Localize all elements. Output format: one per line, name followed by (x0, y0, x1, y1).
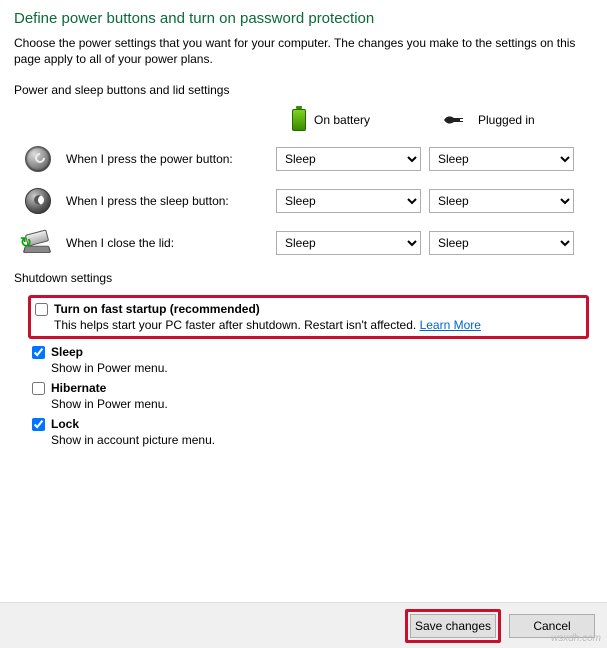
battery-column-header: On battery (292, 109, 442, 131)
lock-desc: Show in account picture menu. (51, 433, 593, 447)
lid-label: When I close the lid: (66, 236, 276, 250)
sleep-checkbox[interactable] (32, 346, 45, 359)
sleep-battery-select[interactable]: Sleep (276, 189, 421, 213)
lid-battery-select[interactable]: Sleep (276, 231, 421, 255)
hibernate-desc: Show in Power menu. (51, 397, 593, 411)
power-button-row: When I press the power button: Sleep Sle… (14, 145, 593, 173)
section-header-power-buttons: Power and sleep buttons and lid settings (14, 83, 593, 97)
shutdown-settings-header: Shutdown settings (14, 271, 593, 285)
sleep-checkbox-label[interactable]: Sleep (32, 345, 593, 359)
plugged-column-header: Plugged in (442, 112, 582, 128)
sleep-button-row: When I press the sleep button: Sleep Sle… (14, 187, 593, 215)
hibernate-checkbox-label[interactable]: Hibernate (32, 381, 593, 395)
plugged-column-label: Plugged in (478, 113, 535, 127)
lock-checkbox-label[interactable]: Lock (32, 417, 593, 431)
power-plugged-select[interactable]: Sleep (429, 147, 574, 171)
power-button-icon (24, 145, 52, 173)
sleep-button-icon (24, 187, 52, 215)
power-battery-select[interactable]: Sleep (276, 147, 421, 171)
lock-label-text: Lock (51, 417, 79, 431)
save-changes-button[interactable]: Save changes (410, 614, 496, 638)
sleep-button-label: When I press the sleep button: (66, 194, 276, 208)
fast-startup-label-text: Turn on fast startup (recommended) (54, 302, 260, 316)
learn-more-link[interactable]: Learn More (420, 318, 481, 332)
fast-startup-checkbox[interactable] (35, 303, 48, 316)
lid-icon: ↻ (24, 229, 52, 257)
fast-startup-desc: This helps start your PC faster after sh… (54, 318, 582, 332)
battery-column-label: On battery (314, 113, 370, 127)
lid-plugged-select[interactable]: Sleep (429, 231, 574, 255)
sleep-label-text: Sleep (51, 345, 83, 359)
plug-icon (442, 112, 470, 128)
lock-checkbox[interactable] (32, 418, 45, 431)
power-button-label: When I press the power button: (66, 152, 276, 166)
battery-icon (292, 109, 306, 131)
page-title: Define power buttons and turn on passwor… (14, 10, 593, 27)
watermark: wsxdh.com (551, 633, 601, 644)
lid-row: ↻ When I close the lid: Sleep Sleep (14, 229, 593, 257)
fast-startup-checkbox-label[interactable]: Turn on fast startup (recommended) (35, 302, 582, 316)
hibernate-checkbox[interactable] (32, 382, 45, 395)
save-button-highlight: Save changes (405, 609, 501, 643)
sleep-desc: Show in Power menu. (51, 361, 593, 375)
fast-startup-highlight: Turn on fast startup (recommended) This … (28, 295, 589, 339)
footer-bar: Save changes Cancel (0, 602, 607, 648)
page-subtitle: Choose the power settings that you want … (14, 35, 593, 67)
column-headers: On battery Plugged in (14, 109, 593, 131)
hibernate-label-text: Hibernate (51, 381, 106, 395)
sleep-plugged-select[interactable]: Sleep (429, 189, 574, 213)
